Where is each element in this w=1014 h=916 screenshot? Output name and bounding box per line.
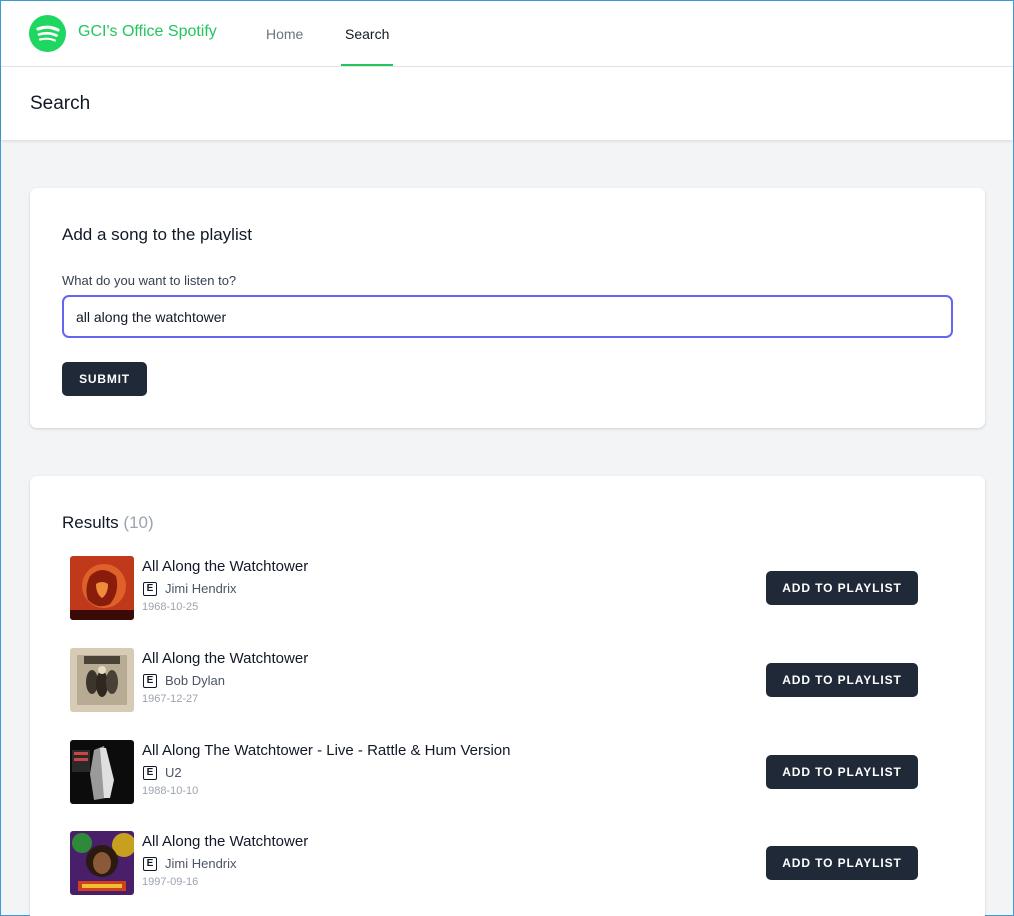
spotify-logo-icon[interactable] (29, 15, 66, 52)
result-row: All Along the Watchtower E Bob Dylan 196… (70, 648, 930, 712)
track-artist: Jimi Hendrix (165, 581, 237, 596)
track-title: All Along The Watchtower - Live - Rattle… (142, 742, 511, 759)
release-date: 1968-10-25 (142, 601, 199, 613)
track-artist: Bob Dylan (165, 673, 225, 688)
release-date: 1997-09-16 (142, 876, 199, 888)
release-date: 1967-12-27 (142, 693, 199, 705)
results-title: Results (62, 513, 119, 532)
top-navbar: GCI's Office Spotify Home Search (1, 1, 1013, 67)
nav-home[interactable]: Home (266, 26, 303, 42)
page-title: Search (30, 93, 91, 114)
add-to-playlist-button[interactable]: ADD TO PLAYLIST (766, 755, 918, 789)
brand-name[interactable]: GCI's Office Spotify (78, 23, 217, 41)
explicit-badge: E (143, 766, 157, 780)
search-card: Add a song to the playlist What do you w… (30, 188, 985, 428)
album-cover-icon (70, 556, 134, 620)
submit-button[interactable]: SUBMIT (62, 362, 147, 396)
album-cover-icon (70, 740, 134, 804)
track-artist: Jimi Hendrix (165, 856, 237, 871)
results-card: Results (10) All Along the Watchtower E … (30, 476, 985, 916)
track-title: All Along the Watchtower (142, 558, 309, 575)
result-row: All Along the Watchtower E Jimi Hendrix … (70, 556, 930, 620)
track-title: All Along the Watchtower (142, 833, 309, 850)
active-nav-indicator (341, 64, 393, 66)
album-cover-icon (70, 831, 134, 895)
explicit-badge: E (143, 582, 157, 596)
explicit-badge: E (143, 857, 157, 871)
results-heading: Results (10) (62, 513, 154, 533)
add-to-playlist-button[interactable]: ADD TO PLAYLIST (766, 846, 918, 880)
add-to-playlist-button[interactable]: ADD TO PLAYLIST (766, 663, 918, 697)
album-cover-icon (70, 648, 134, 712)
add-to-playlist-button[interactable]: ADD TO PLAYLIST (766, 571, 918, 605)
track-artist: U2 (165, 765, 182, 780)
track-title: All Along the Watchtower (142, 650, 309, 667)
explicit-badge: E (143, 674, 157, 688)
result-row: All Along The Watchtower - Live - Rattle… (70, 740, 930, 804)
nav-search[interactable]: Search (345, 26, 389, 42)
form-title: Add a song to the playlist (62, 225, 252, 244)
page-header: Search (1, 67, 1013, 140)
search-input[interactable] (62, 295, 953, 338)
release-date: 1988-10-10 (142, 785, 199, 797)
search-label: What do you want to listen to? (62, 273, 237, 288)
result-row: All Along the Watchtower E Jimi Hendrix … (70, 831, 930, 895)
results-count: (10) (123, 513, 154, 532)
